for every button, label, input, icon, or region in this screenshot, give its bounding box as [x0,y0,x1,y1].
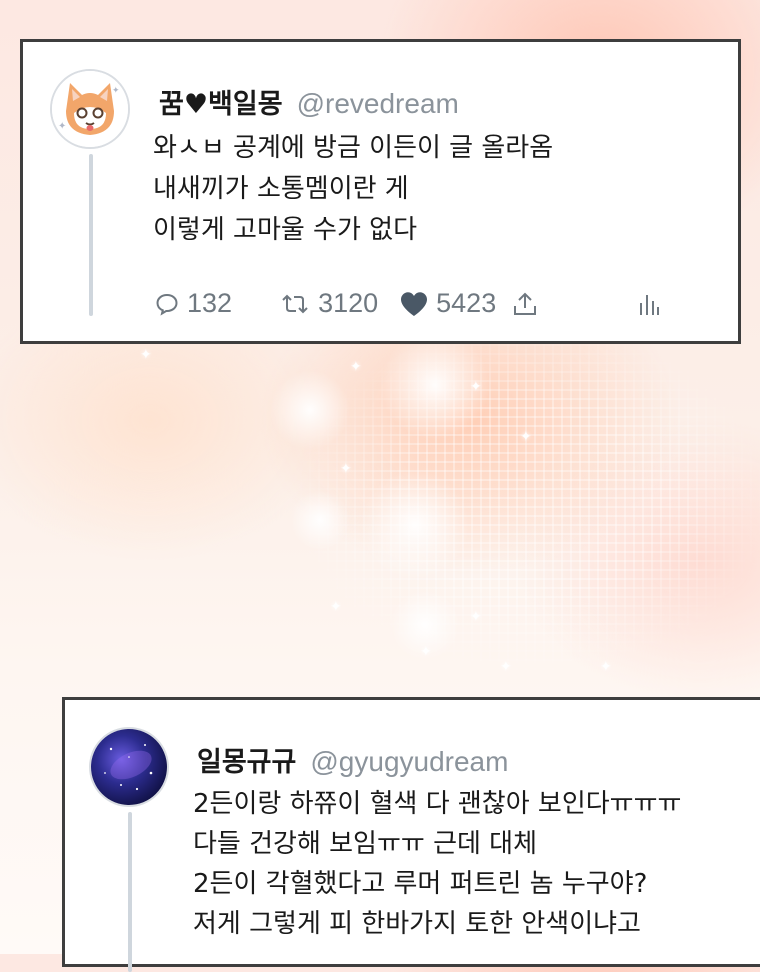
sparkle-icon: ✦ [600,659,612,675]
thread-line [128,812,132,972]
retweet-count: 3120 [318,288,379,318]
tweet-text-line: 2든이랑 하쮸이 혈색 다 괜찮아 보인다ㅠㅠㅠ [193,789,682,819]
svg-text:✦: ✦ [112,86,120,96]
heart-icon [401,291,428,316]
sparkle-icon: ✦ [350,359,362,375]
tweet-text-line: 이렇게 고마울 수가 없다 [153,215,417,245]
sparkle-icon: ✦ [470,609,482,625]
sparkle-icon: ✦ [500,659,512,675]
tweet-body: 와ㅅㅂ 공계에 방금 이든이 글 올라옴 내새끼가 소통멤이란 게 이렇게 고마… [153,128,553,251]
sparkle-icon: ✦ [420,644,432,660]
background-glow [360,470,470,580]
background-glow [270,370,350,450]
tweet-actions: 132 3120 5423 [155,288,660,319]
tweet-card: 일몽규규 @gyugyudream 2든이랑 하쮸이 혈색 다 괜찮아 보인다ㅠ… [62,697,760,972]
tweet-text-line: 와ㅅㅂ 공계에 방금 이든이 글 올라옴 [153,133,554,163]
like-button[interactable]: 5423 [400,288,496,319]
tweet-text-line: 저게 그렇게 피 한바가지 토한 안색이냐고 [193,909,641,939]
cat-avatar-icon[interactable]: ✦ ✦ [50,69,130,149]
tweet-card: ✦ ✦ 꿈♥백일몽 @revedream 와ㅅㅂ 공계에 방금 이든이 글 올라… [20,39,741,344]
display-name[interactable]: 일몽규규 [197,740,296,779]
user-handle[interactable]: @gyugyudream [310,746,508,778]
sparkle-icon: ✦ [330,599,342,615]
sparkle-icon: ✦ [520,429,532,445]
svg-text:✦: ✦ [58,121,66,132]
share-icon [514,292,537,315]
share-button[interactable] [512,291,538,317]
retweet-icon [282,294,308,313]
thread-line [89,154,93,316]
tweet-text-line: 2든이 각혈했다고 루머 퍼트린 놈 누구야? [193,869,648,899]
tweet-header: 꿈♥백일몽 @revedream [159,82,459,121]
reply-button[interactable]: 132 [155,288,232,319]
background-glow [290,490,350,550]
tweet-text-line: 내새끼가 소통멤이란 게 [153,174,409,204]
like-count: 5423 [436,288,497,318]
tweet-body: 2든이랑 하쮸이 혈색 다 괜찮아 보인다ㅠㅠㅠ 다들 건강해 보임ㅠㅠ 근데 … [193,784,681,944]
reply-icon [156,293,178,316]
retweet-button[interactable]: 3120 [280,288,378,319]
display-name[interactable]: 꿈♥백일몽 [159,82,283,121]
tweet-header: 일몽규규 @gyugyudream [197,740,508,779]
user-handle[interactable]: @revedream [297,88,459,120]
reply-count: 132 [187,288,233,318]
sparkle-icon: ✦ [140,347,152,363]
galaxy-avatar-icon[interactable] [89,727,169,807]
sparkle-icon: ✦ [340,461,352,477]
analytics-button[interactable] [638,291,660,317]
analytics-icon [640,294,660,315]
sparkle-icon: ✦ [470,379,482,395]
tweet-text-line: 다들 건강해 보임ㅠㅠ 근데 대체 [193,829,538,859]
